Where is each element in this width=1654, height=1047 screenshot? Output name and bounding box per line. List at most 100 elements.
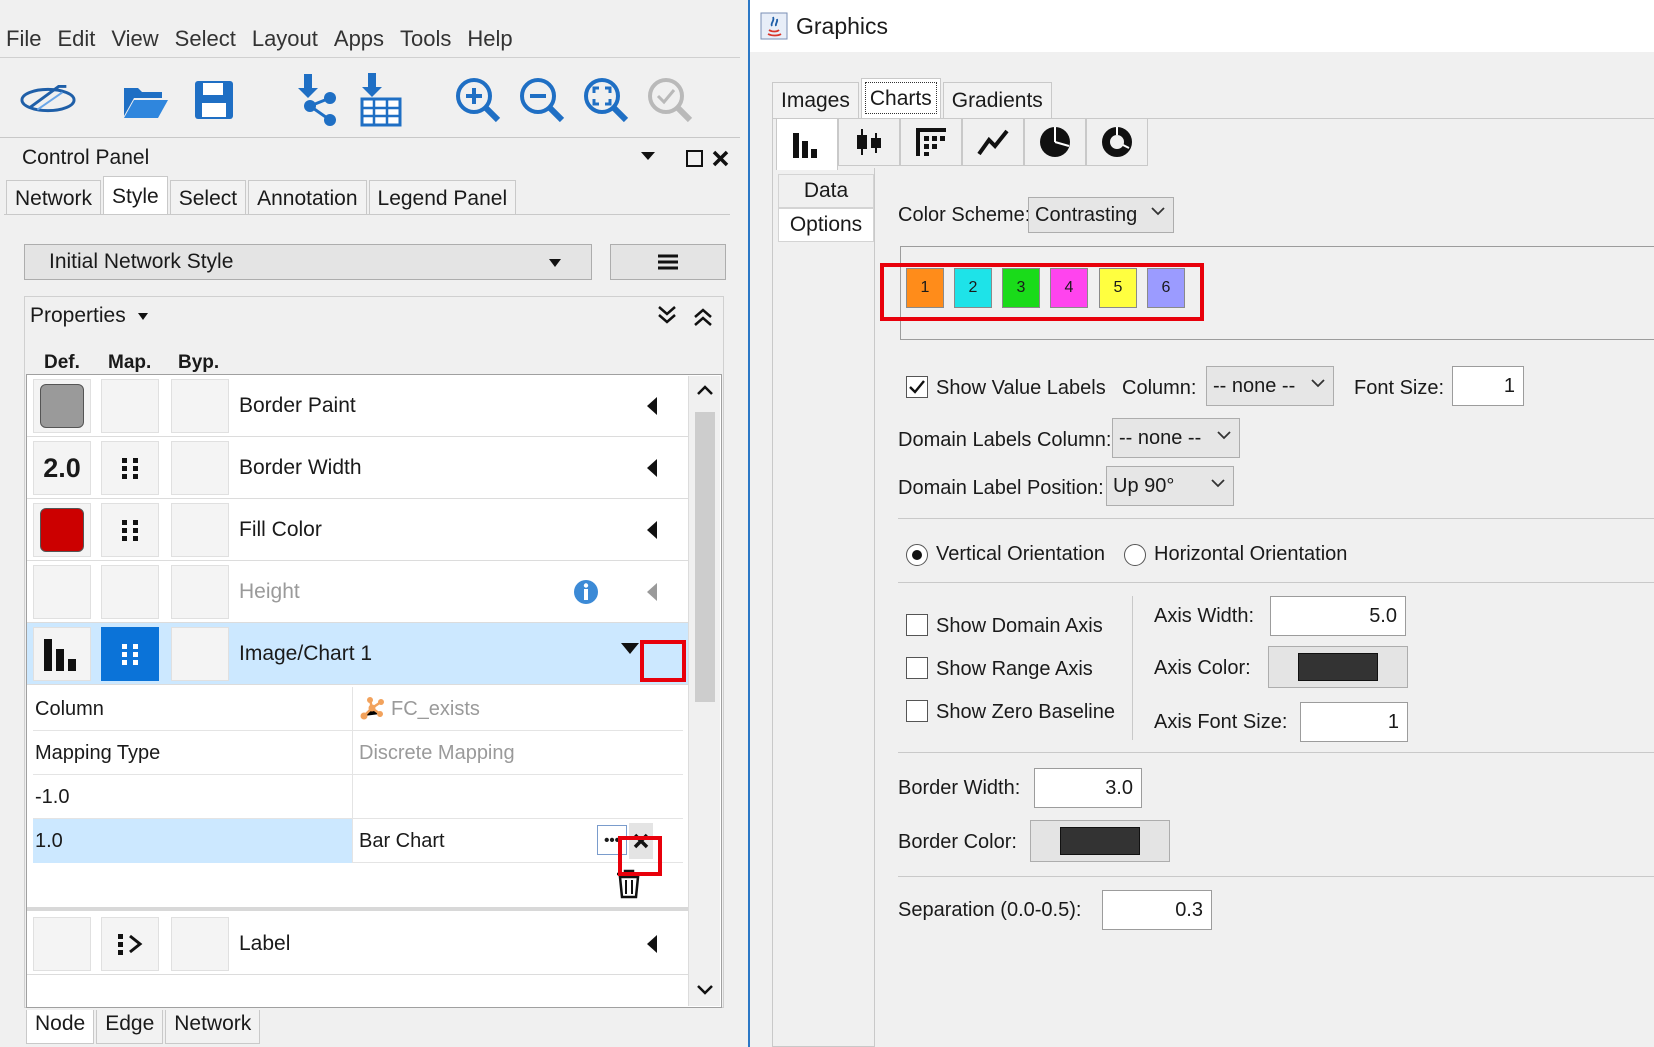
tab-select[interactable]: Select — [169, 180, 247, 216]
property-row-fill-color[interactable]: Fill Color — [27, 499, 691, 561]
mapping-type-value[interactable]: Discrete Mapping — [355, 731, 515, 775]
property-row-border-width[interactable]: 2.0 Border Width — [27, 437, 691, 499]
property-row-label[interactable]: Label — [27, 913, 691, 975]
byp-border-paint[interactable] — [171, 379, 229, 433]
menu-file[interactable]: File — [6, 26, 41, 52]
expand-left-icon[interactable] — [647, 499, 657, 561]
property-row-height[interactable]: Height — [27, 561, 691, 623]
menu-help[interactable]: Help — [467, 26, 512, 52]
mapping-entry-row[interactable]: 1.0 Bar Chart ••• — [33, 819, 683, 863]
zoom-in-button[interactable] — [450, 72, 506, 128]
byp-border-width[interactable] — [171, 441, 229, 495]
tab-gradients[interactable]: Gradients — [942, 82, 1052, 118]
byp-label[interactable] — [171, 917, 229, 971]
map-label[interactable] — [101, 917, 159, 971]
expand-left-icon[interactable] — [647, 437, 657, 499]
import-network-button[interactable] — [286, 72, 342, 128]
map-border-width[interactable] — [101, 441, 159, 495]
menu-edit[interactable]: Edit — [57, 26, 95, 52]
value-column-select[interactable]: -- none -- — [1206, 366, 1334, 406]
separation-input[interactable]: 0.3 — [1102, 890, 1212, 930]
style-selector[interactable]: Initial Network Style — [24, 244, 592, 280]
expand-left-icon[interactable] — [647, 561, 657, 623]
tab-annotation[interactable]: Annotation — [248, 180, 367, 216]
horizontal-orientation-radio[interactable] — [1124, 544, 1146, 566]
domain-label-position-select[interactable]: Up 90° — [1106, 466, 1234, 506]
collapse-down-icon[interactable] — [619, 637, 641, 659]
menu-view[interactable]: View — [111, 26, 158, 52]
show-zero-baseline-label[interactable]: Show Zero Baseline — [936, 694, 1115, 730]
expand-all-icon[interactable] — [656, 304, 678, 326]
float-panel-icon[interactable] — [686, 150, 703, 167]
color-scheme-select[interactable]: Contrasting — [1028, 197, 1174, 233]
mapping-type-row[interactable]: Mapping Type Discrete Mapping — [33, 731, 683, 775]
font-size-input[interactable]: 1 — [1452, 366, 1524, 406]
horizontal-orientation-label[interactable]: Horizontal Orientation — [1154, 536, 1347, 572]
def-border-width[interactable]: 2.0 — [33, 441, 91, 495]
mapping-entry-value[interactable] — [355, 775, 359, 819]
mapping-column-value[interactable]: FC_exists — [355, 687, 480, 731]
expand-left-icon[interactable] — [647, 375, 657, 437]
zoom-selected-button[interactable] — [642, 72, 698, 128]
collapse-all-icon[interactable] — [692, 306, 714, 328]
domain-labels-column-select[interactable]: -- none -- — [1112, 418, 1240, 458]
tab-network-style[interactable]: Network — [165, 1010, 261, 1044]
panel-menu-chevron-icon[interactable] — [640, 150, 656, 162]
table-scrollbar[interactable] — [688, 376, 720, 1006]
tab-images[interactable]: Images — [772, 82, 859, 118]
tab-options[interactable]: Options — [778, 208, 874, 242]
scrollbar-thumb[interactable] — [695, 412, 715, 702]
border-color-button[interactable] — [1030, 820, 1170, 862]
tab-network[interactable]: Network — [6, 180, 102, 216]
byp-image-chart[interactable] — [171, 627, 229, 681]
property-row-image-chart-1[interactable]: Image/Chart 1 — [27, 623, 691, 685]
byp-fill-color[interactable] — [171, 503, 229, 557]
properties-dropdown[interactable]: Properties — [30, 304, 148, 328]
def-label[interactable] — [33, 917, 91, 971]
tab-heatmap-chart[interactable] — [900, 118, 962, 166]
show-range-axis-label[interactable]: Show Range Axis — [936, 651, 1093, 687]
zoom-fit-button[interactable] — [578, 72, 634, 128]
menu-apps[interactable]: Apps — [334, 26, 384, 52]
tab-legend-panel[interactable]: Legend Panel — [368, 180, 517, 216]
style-options-button[interactable] — [610, 244, 726, 280]
tab-charts[interactable]: Charts — [860, 78, 941, 118]
def-fill-color[interactable] — [33, 503, 91, 557]
tab-line-chart[interactable] — [962, 118, 1024, 166]
tab-node[interactable]: Node — [26, 1010, 95, 1044]
map-fill-color[interactable] — [101, 503, 159, 557]
scroll-down-icon[interactable] — [696, 984, 714, 996]
tab-ring-chart[interactable] — [1086, 118, 1148, 166]
import-table-button[interactable] — [350, 72, 406, 128]
mapping-entry-row[interactable]: -1.0 — [33, 775, 683, 819]
tab-style[interactable]: Style — [103, 176, 168, 216]
show-zero-baseline-checkbox[interactable] — [906, 700, 928, 722]
def-border-paint[interactable] — [33, 379, 91, 433]
menu-select[interactable]: Select — [175, 26, 236, 52]
border-width-input[interactable]: 3.0 — [1034, 768, 1142, 808]
vertical-orientation-radio[interactable] — [906, 544, 928, 566]
property-row-border-paint[interactable]: Border Paint — [27, 375, 691, 437]
menu-tools[interactable]: Tools — [400, 26, 451, 52]
show-value-labels-label[interactable]: Show Value Labels — [936, 370, 1106, 406]
vertical-orientation-label[interactable]: Vertical Orientation — [936, 536, 1105, 572]
tab-edge[interactable]: Edge — [96, 1010, 164, 1044]
menu-layout[interactable]: Layout — [252, 26, 318, 52]
mapping-entry-value[interactable]: Bar Chart — [355, 819, 445, 863]
show-domain-axis-label[interactable]: Show Domain Axis — [936, 608, 1103, 644]
map-border-paint[interactable] — [101, 379, 159, 433]
map-image-chart[interactable] — [101, 627, 159, 681]
scroll-up-icon[interactable] — [696, 384, 714, 396]
close-icon[interactable] — [712, 150, 729, 167]
def-image-chart[interactable] — [33, 627, 91, 681]
tab-data[interactable]: Data — [778, 174, 874, 208]
axis-width-input[interactable]: 5.0 — [1270, 596, 1406, 636]
show-range-axis-checkbox[interactable] — [906, 657, 928, 679]
save-session-button[interactable] — [186, 72, 242, 128]
cytoscape-logo-button[interactable] — [20, 72, 76, 128]
tab-box-chart[interactable] — [838, 118, 900, 166]
expand-left-icon[interactable] — [647, 913, 657, 975]
zoom-out-button[interactable] — [514, 72, 570, 128]
axis-color-button[interactable] — [1268, 646, 1408, 688]
mapping-column-row[interactable]: Column FC_exists — [33, 687, 683, 731]
